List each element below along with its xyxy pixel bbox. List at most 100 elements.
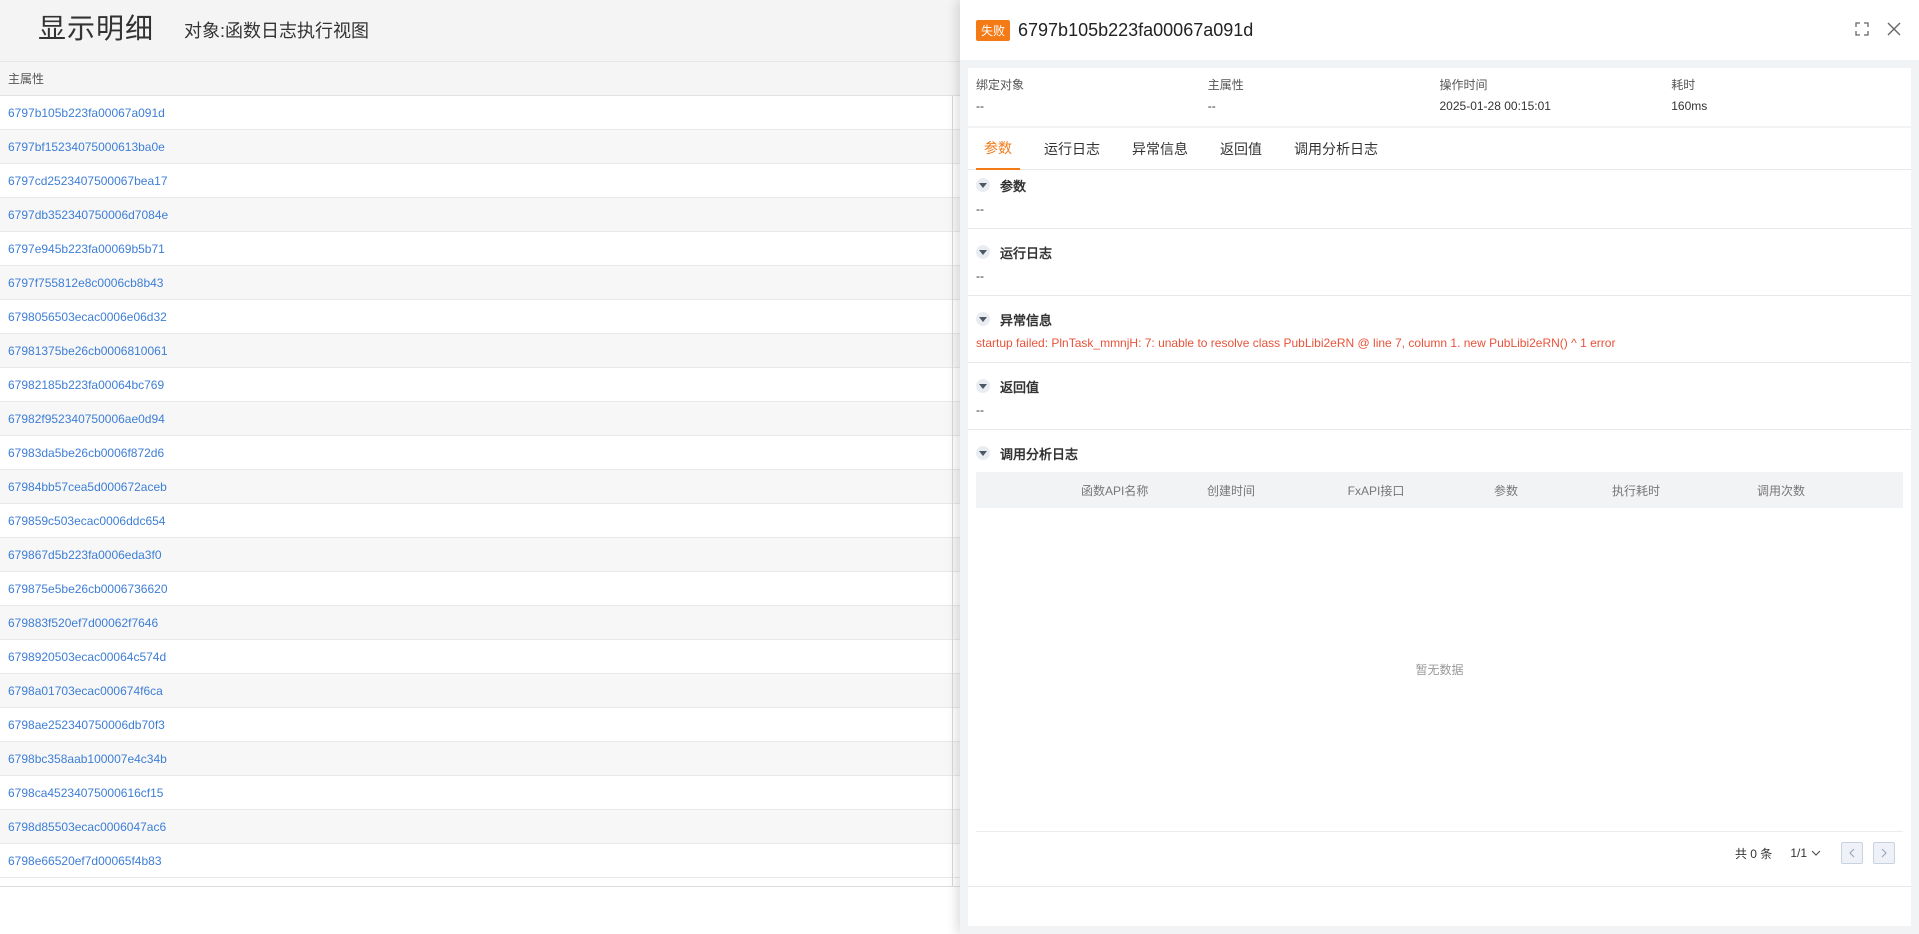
record-link[interactable]: 67984bb57cea5d000672aceb	[8, 480, 167, 494]
info-label: 操作时间	[1439, 78, 1488, 92]
th-call-count[interactable]: 调用次数	[1706, 482, 1856, 499]
pagination: 共 0 条 1/1	[976, 832, 1903, 874]
pager-page: 1/1	[1790, 846, 1807, 860]
collapse-toggle-icon[interactable]	[976, 178, 990, 192]
collapse-toggle-icon[interactable]	[976, 379, 990, 393]
chevron-down-icon	[1811, 850, 1821, 856]
th-exec-time[interactable]: 执行耗时	[1566, 482, 1706, 499]
analysis-table: 函数API名称 创建时间 FxAPI接口 参数 执行耗时 调用次数 暂无数据 共…	[976, 472, 1903, 874]
close-icon[interactable]	[1885, 20, 1903, 38]
prev-page-button[interactable]	[1841, 842, 1863, 864]
section-title: 返回值	[1000, 379, 1040, 395]
th-create-time[interactable]: 创建时间	[1156, 482, 1306, 499]
table-header: 函数API名称 创建时间 FxAPI接口 参数 执行耗时 调用次数	[976, 472, 1903, 508]
fullscreen-icon[interactable]	[1853, 20, 1871, 38]
page-subtitle: 对象:函数日志执行视图	[184, 21, 370, 41]
table-row: 679859c503ecac0006ddc654	[0, 504, 960, 538]
table-row: 67982f952340750006ae0d94	[0, 402, 960, 436]
info-operation-time: 操作时间 2025-01-28 00:15:01	[1440, 76, 1672, 118]
info-label: 耗时	[1671, 78, 1696, 92]
record-link[interactable]: 6797f755812e8c0006cb8b43	[8, 276, 163, 290]
table-row: 67984bb57cea5d000672aceb	[0, 470, 960, 504]
tab-call-analysis[interactable]: 调用分析日志	[1286, 128, 1386, 170]
page-header: 显示明细 对象:函数日志执行视图	[0, 0, 960, 62]
section-title: 异常信息	[1000, 312, 1053, 328]
info-summary: 绑定对象 -- 主属性 -- 操作时间 2025-01-28 00:15:01 …	[968, 68, 1911, 126]
record-link[interactable]: 6798920503ecac00064c574d	[8, 650, 166, 664]
pager-total: 共 0 条	[1734, 846, 1773, 861]
collapse-toggle-icon[interactable]	[976, 446, 990, 460]
record-link[interactable]: 6797bf15234075000613ba0e	[8, 140, 165, 154]
page-footer	[0, 886, 960, 934]
table-row: 6798d85503ecac0006047ac6	[0, 810, 960, 844]
section-params: 参数 --	[968, 170, 1911, 229]
column-header-main-attr[interactable]: 主属性	[0, 62, 960, 96]
record-link[interactable]: 6798ca45234075000616cf15	[8, 786, 163, 800]
empty-state: 暂无数据	[976, 508, 1903, 832]
section-call-analysis: 调用分析日志 函数API名称 创建时间 FxAPI接口 参数 执行耗时 调用次数…	[968, 430, 1911, 887]
table-row: 6798a01703ecac000674f6ca	[0, 674, 960, 708]
drawer-title: 6797b105b223fa00067a091d	[1018, 19, 1254, 40]
tab-params[interactable]: 参数	[976, 128, 1020, 170]
th-fxapi[interactable]: FxAPI接口	[1306, 482, 1446, 499]
section-exception: 异常信息 startup failed: PlnTask_mmnjH: 7: u…	[968, 296, 1911, 363]
table-row: 679875e5be26cb0006736620	[0, 572, 960, 606]
record-link[interactable]: 679867d5b223fa0006eda3f0	[8, 548, 162, 562]
section-return-value: 返回值 --	[968, 363, 1911, 430]
section-title: 运行日志	[1000, 245, 1053, 261]
table-row: 6798920503ecac00064c574d	[0, 640, 960, 674]
record-link[interactable]: 67981375be26cb0006810061	[8, 344, 168, 358]
record-link[interactable]: 6798bc358aab100007e4c34b	[8, 752, 167, 766]
detail-drawer: 失败 6797b105b223fa00067a091d 绑定对象 -- 主属性 …	[960, 0, 1919, 934]
section-title: 参数	[1000, 178, 1027, 194]
collapse-toggle-icon[interactable]	[976, 312, 990, 326]
record-link[interactable]: 6798e66520ef7d00065f4b83	[8, 854, 162, 868]
info-value: --	[1207, 99, 1216, 113]
section-body: --	[976, 202, 984, 216]
table-row: 67983da5be26cb0006f872d6	[0, 436, 960, 470]
record-link[interactable]: 679875e5be26cb0006736620	[8, 582, 168, 596]
drawer-header: 失败 6797b105b223fa00067a091d	[960, 0, 1919, 60]
table-row: 6798ca45234075000616cf15	[0, 776, 960, 810]
table-row: 6798056503ecac0006e06d32	[0, 300, 960, 334]
section-body: --	[976, 269, 984, 283]
record-link[interactable]: 679883f520ef7d00062f7646	[8, 616, 158, 630]
info-value: --	[976, 99, 984, 113]
collapse-toggle-icon[interactable]	[976, 245, 990, 259]
table-row: 6798e66520ef7d00065f4b83	[0, 844, 960, 878]
table-row: 6797bf15234075000613ba0e	[0, 130, 960, 164]
next-page-button[interactable]	[1873, 842, 1895, 864]
th-params[interactable]: 参数	[1446, 482, 1566, 499]
table-row: 6798bc358aab100007e4c34b	[0, 742, 960, 776]
record-link[interactable]: 6798d85503ecac0006047ac6	[8, 820, 166, 834]
record-link[interactable]: 6797e945b223fa00069b5b71	[8, 242, 165, 256]
record-link[interactable]: 6797cd2523407500067bea17	[8, 174, 168, 188]
drawer-content: 参数 运行日志 异常信息 返回值 调用分析日志 参数 -- 运行日志 -- 异常…	[968, 128, 1911, 926]
record-link[interactable]: 67982f952340750006ae0d94	[8, 412, 165, 426]
section-title: 调用分析日志	[1000, 446, 1079, 462]
page-size-select[interactable]: 1/1	[1790, 846, 1821, 860]
record-link[interactable]: 6798056503ecac0006e06d32	[8, 310, 167, 324]
record-link[interactable]: 67983da5be26cb0006f872d6	[8, 446, 164, 460]
table-row: 679867d5b223fa0006eda3f0	[0, 538, 960, 572]
th-api-name[interactable]: 函数API名称	[1081, 482, 1156, 499]
tab-run-log[interactable]: 运行日志	[1036, 128, 1108, 170]
info-value: 2025-01-28 00:15:01	[1439, 99, 1551, 113]
record-link[interactable]: 6797b105b223fa00067a091d	[8, 106, 165, 120]
table-row: 6797e945b223fa00069b5b71	[0, 232, 960, 266]
record-link[interactable]: 6798a01703ecac000674f6ca	[8, 684, 163, 698]
table-row: 6797f755812e8c0006cb8b43	[0, 266, 960, 300]
record-link[interactable]: 6798ae252340750006db70f3	[8, 718, 165, 732]
info-duration: 耗时 160ms	[1671, 76, 1903, 118]
info-label: 绑定对象	[976, 78, 1025, 92]
tab-exception[interactable]: 异常信息	[1124, 128, 1196, 170]
tab-return-value[interactable]: 返回值	[1212, 128, 1270, 170]
record-link[interactable]: 679859c503ecac0006ddc654	[8, 514, 165, 528]
record-link[interactable]: 6797db352340750006d7084e	[8, 208, 168, 222]
info-main-attr: 主属性 --	[1208, 76, 1440, 118]
info-bound-object: 绑定对象 --	[976, 76, 1208, 118]
info-value: 160ms	[1671, 99, 1708, 113]
table-row: 6797db352340750006d7084e	[0, 198, 960, 232]
record-link[interactable]: 67982185b223fa00064bc769	[8, 378, 164, 392]
table-row: 6798ae252340750006db70f3	[0, 708, 960, 742]
